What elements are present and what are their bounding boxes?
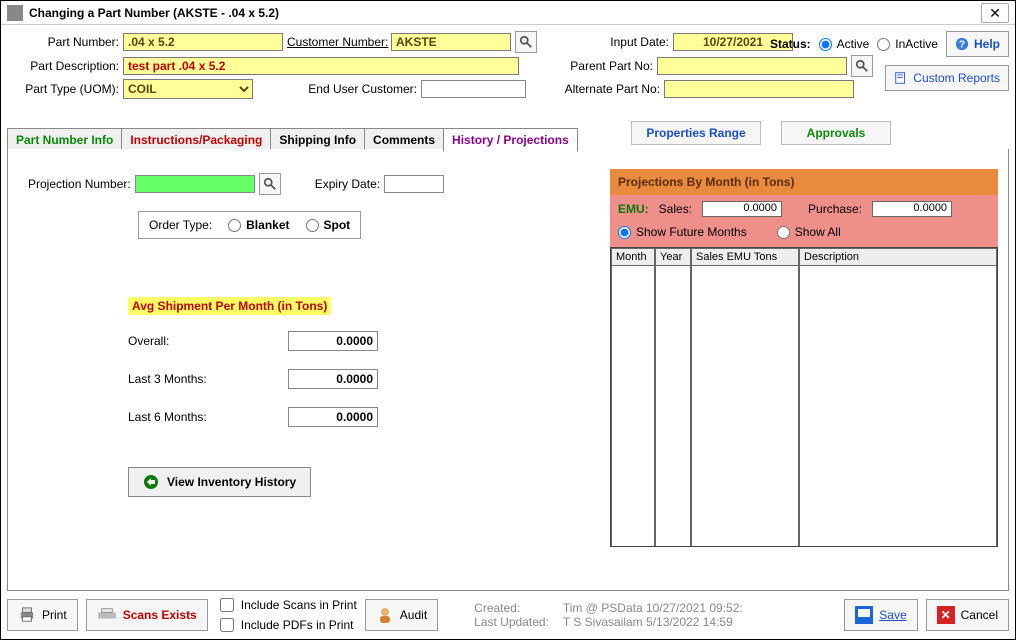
last3-value[interactable]: [288, 369, 378, 389]
order-type-spot-radio[interactable]: Spot: [306, 218, 351, 232]
created-label: Created:: [474, 601, 549, 615]
order-type-group: Order Type: Blanket Spot: [138, 211, 361, 239]
save-button[interactable]: Save: [844, 599, 917, 631]
scans-exists-button[interactable]: Scans Exists: [86, 599, 208, 631]
customer-number-search-button[interactable]: [515, 31, 537, 53]
alternate-part-no-label: Alternate Part No:: [530, 82, 660, 96]
print-button[interactable]: Print: [7, 599, 78, 631]
part-description-input[interactable]: [123, 57, 519, 75]
customer-number-label: Customer Number:: [287, 35, 387, 49]
input-date-label: Input Date:: [571, 35, 669, 49]
show-future-months-radio[interactable]: Show Future Months: [618, 225, 747, 239]
created-value: Tim @ PSData 10/27/2021 09:52:: [563, 601, 743, 615]
cancel-button[interactable]: ✕ Cancel: [926, 599, 1009, 631]
tab-history-projections[interactable]: History / Projections: [443, 128, 578, 152]
col-sales-emu-tons[interactable]: Sales EMU Tons: [691, 248, 799, 266]
end-user-customer-label: End User Customer:: [257, 82, 417, 96]
save-icon: [855, 606, 873, 624]
updated-label: Last Updated:: [474, 615, 549, 629]
overall-value[interactable]: [288, 331, 378, 351]
status-label: Status:: [770, 37, 811, 51]
projections-grid[interactable]: Month Year Sales EMU Tons Description: [610, 247, 998, 547]
part-type-label: Part Type (UOM):: [7, 82, 119, 96]
help-button[interactable]: ? Help: [946, 31, 1009, 57]
sales-label: Sales:: [659, 202, 692, 216]
col-month[interactable]: Month: [611, 248, 655, 266]
purchase-label: Purchase:: [808, 202, 862, 216]
include-pdfs-checkbox[interactable]: Include PDFs in Print: [216, 615, 357, 635]
svg-text:?: ?: [959, 39, 965, 51]
projections-title: Projections By Month (in Tons): [610, 169, 998, 195]
end-user-customer-input[interactable]: [421, 80, 526, 98]
customer-number-input[interactable]: [391, 33, 511, 51]
updated-value: T S Sivasailam 5/13/2022 14:59: [563, 615, 743, 629]
status-active-radio[interactable]: Active: [819, 37, 870, 51]
cancel-icon: ✕: [937, 606, 955, 624]
last3-label: Last 3 Months:: [128, 372, 207, 386]
col-year[interactable]: Year: [655, 248, 691, 266]
part-number-input[interactable]: [123, 33, 283, 51]
parent-part-no-label: Parent Part No:: [523, 59, 653, 73]
audit-button[interactable]: Audit: [365, 599, 438, 631]
last6-label: Last 6 Months:: [128, 410, 207, 424]
alternate-part-no-input[interactable]: [664, 80, 854, 98]
overall-label: Overall:: [128, 334, 169, 348]
part-type-select[interactable]: COIL: [123, 79, 253, 99]
order-type-blanket-radio[interactable]: Blanket: [228, 218, 289, 232]
last6-value[interactable]: [288, 407, 378, 427]
emu-label: EMU:: [618, 202, 649, 216]
close-icon[interactable]: ✕: [981, 3, 1009, 23]
app-icon: [7, 5, 23, 21]
order-type-label: Order Type:: [149, 218, 212, 232]
projection-number-label: Projection Number:: [28, 177, 131, 191]
window-title: Changing a Part Number (AKSTE - .04 x 5.…: [29, 6, 981, 20]
status-inactive-radio[interactable]: InActive: [877, 37, 938, 51]
projection-number-input[interactable]: [135, 175, 255, 193]
avg-shipment-title: Avg Shipment Per Month (in Tons): [128, 297, 331, 315]
parent-part-no-search-button[interactable]: [851, 55, 873, 77]
view-inventory-history-button[interactable]: View Inventory History: [128, 467, 311, 497]
expiry-date-input[interactable]: [384, 175, 444, 193]
include-scans-checkbox[interactable]: Include Scans in Print: [216, 595, 357, 615]
purchase-value: 0.0000: [872, 201, 952, 217]
col-description[interactable]: Description: [799, 248, 997, 266]
part-description-label: Part Description:: [7, 59, 119, 73]
show-all-radio[interactable]: Show All: [777, 225, 841, 239]
sales-value: 0.0000: [702, 201, 782, 217]
expiry-date-label: Expiry Date:: [315, 177, 380, 191]
parent-part-no-input[interactable]: [657, 57, 847, 75]
part-number-label: Part Number:: [7, 35, 119, 49]
custom-reports-button[interactable]: Custom Reports: [885, 65, 1009, 91]
projection-number-search-button[interactable]: [259, 173, 281, 195]
